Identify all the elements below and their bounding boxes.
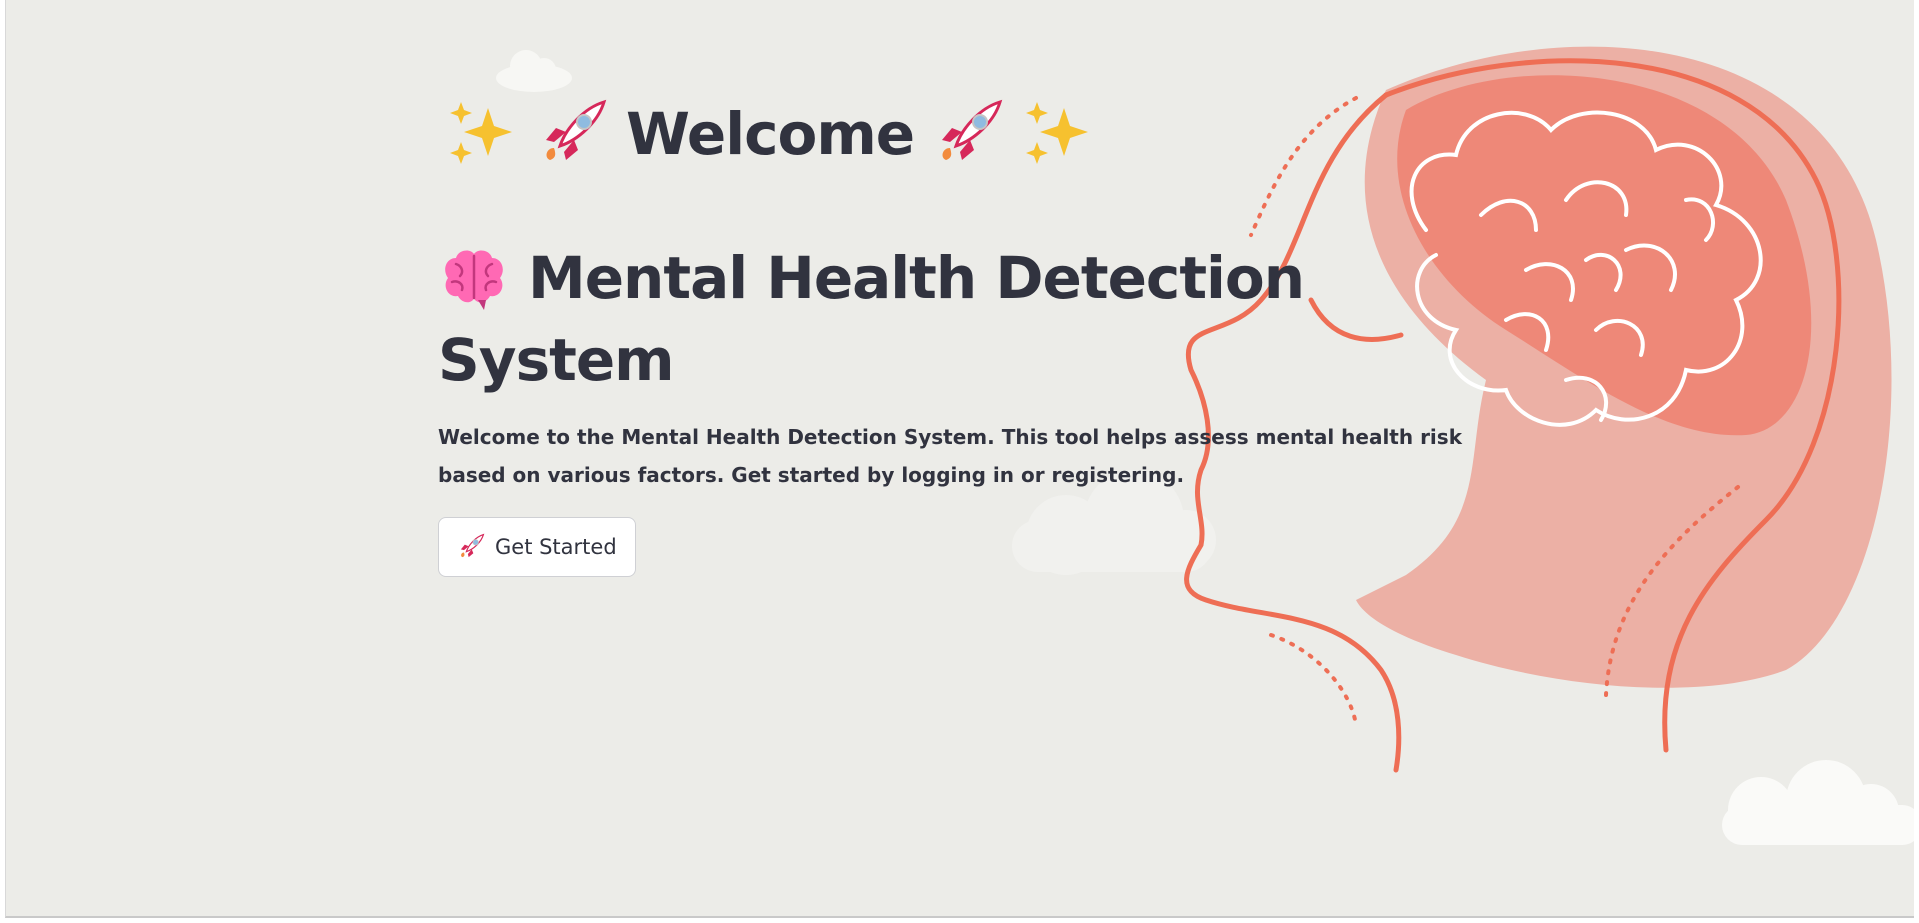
app-main: Welcome Mental Health Detection System W… (5, 0, 1914, 918)
sparkles-icon (450, 102, 512, 164)
title-text-line-2: System (438, 326, 675, 394)
page-title: Mental Health Detection System (438, 238, 1438, 400)
welcome-heading: Welcome (446, 98, 1094, 170)
get-started-label: Get Started (495, 535, 617, 559)
cloud-icon (496, 50, 572, 92)
title-line-2: System (438, 320, 1438, 400)
sparkles-icon (1026, 102, 1089, 164)
welcome-title: Welcome (626, 100, 915, 168)
head-illustration (1184, 46, 1892, 773)
get-started-button[interactable]: Get Started (438, 517, 636, 577)
brain-icon (445, 250, 503, 310)
rocket-icon (460, 533, 485, 558)
title-text-line-1: Mental Health Detection (528, 244, 1305, 312)
cloud-icon (1722, 760, 1914, 845)
rocket-icon (942, 99, 1003, 160)
description-text: Welcome to the Mental Health Detection S… (438, 425, 1462, 487)
rocket-icon (546, 99, 607, 160)
title-line-1: Mental Health Detection (438, 238, 1438, 318)
